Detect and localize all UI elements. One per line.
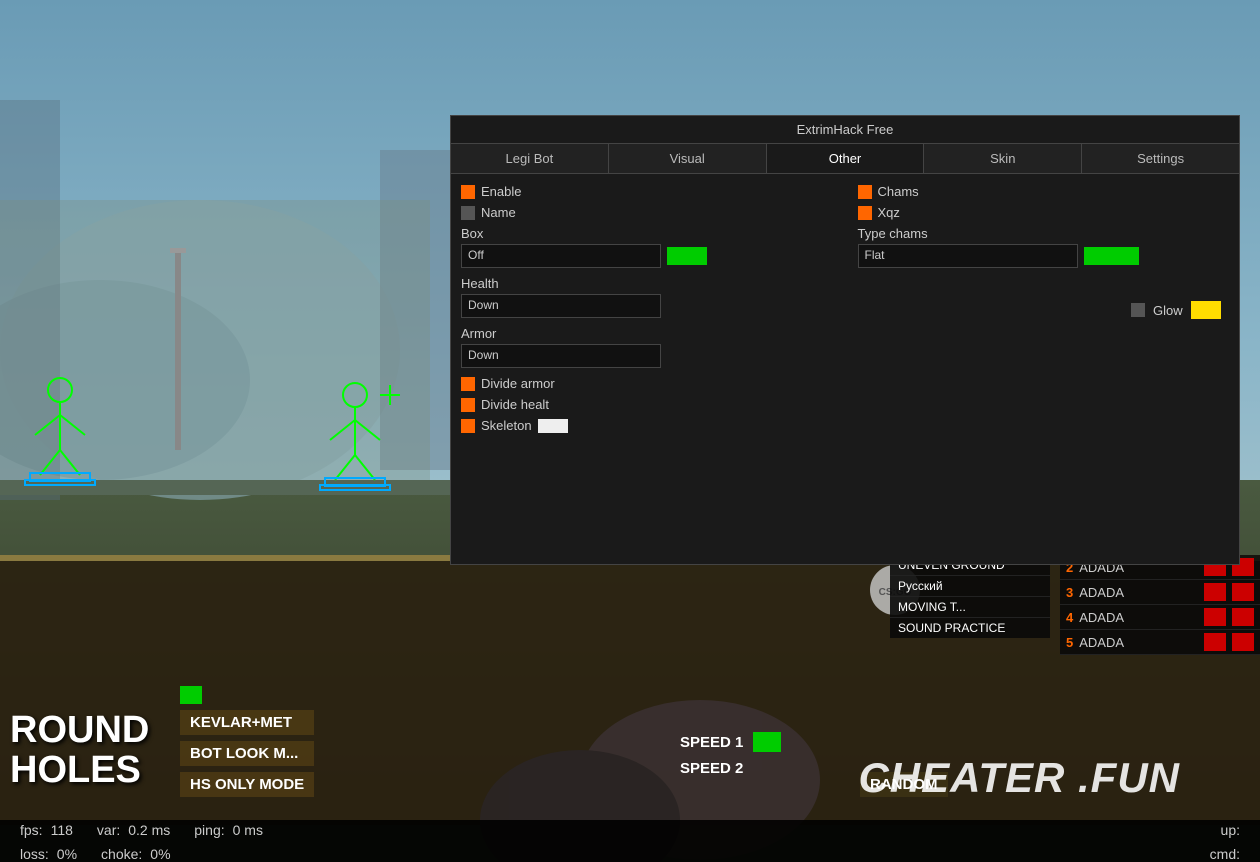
name-label: Name xyxy=(481,205,516,220)
name-checkbox[interactable] xyxy=(461,206,475,220)
skeleton-label: Skeleton xyxy=(481,418,532,433)
enable-label: Enable xyxy=(481,184,521,199)
box-dropdown[interactable]: Off xyxy=(461,244,661,268)
name-row: Name xyxy=(461,205,833,220)
chams-label: Chams xyxy=(878,184,919,199)
type-chams-dropdown[interactable]: Flat xyxy=(858,244,1078,268)
hack-window: ExtrimHack Free Legi Bot Visual Other Sk… xyxy=(450,115,1240,565)
hack-title: ExtrimHack Free xyxy=(797,122,894,137)
health-dropdown-row: Down xyxy=(461,294,833,318)
tab-legi-bot[interactable]: Legi Bot xyxy=(451,144,609,173)
tab-other[interactable]: Other xyxy=(767,144,925,173)
tab-settings[interactable]: Settings xyxy=(1082,144,1239,173)
speed1-row: SPEED 1 xyxy=(680,732,781,752)
skeleton-row: Skeleton xyxy=(461,418,833,433)
hack-title-bar: ExtrimHack Free xyxy=(451,116,1239,144)
box-section-label: Box xyxy=(461,226,833,241)
right-column: Glow Chams Xqz Type chams xyxy=(843,184,1230,439)
divide-healt-label: Divide healt xyxy=(481,397,549,412)
tab-skin[interactable]: Skin xyxy=(924,144,1082,173)
enable-row: Enable xyxy=(461,184,833,199)
fps-bar: fps:118 var:0.2 ms ping:0 ms up: loss:0%… xyxy=(0,820,1260,862)
glow-color-swatch[interactable] xyxy=(1191,301,1221,319)
type-chams-label: Type chams xyxy=(858,226,1230,241)
glow-row: Glow xyxy=(1131,301,1221,319)
armor-dropdown[interactable]: Down xyxy=(461,344,661,368)
box-dropdown-row: Off xyxy=(461,244,833,268)
xqz-label: Xqz xyxy=(878,205,900,220)
hs-only-panel: HS ONLY MODE xyxy=(180,772,314,797)
type-chams-green-btn[interactable] xyxy=(1084,247,1139,265)
kevlar-panel: KEVLAR+MET xyxy=(180,710,314,735)
score-panel: 2 ADADA 3 ADADA 4 ADADA 5 ADADA xyxy=(1060,555,1260,655)
enable-checkbox[interactable] xyxy=(461,185,475,199)
armor-dropdown-row: Down xyxy=(461,344,833,368)
chams-checkbox[interactable] xyxy=(858,185,872,199)
hack-content: Enable Name Box Off Health xyxy=(451,174,1239,449)
score-row-3: 3 ADADA xyxy=(1060,580,1260,605)
bot-look-panel: BOT LOOK M... xyxy=(180,741,314,766)
chams-row: Chams xyxy=(858,184,1230,199)
divide-armor-row: Divide armor xyxy=(461,376,833,391)
health-section-label: Health xyxy=(461,276,833,291)
left-column: Enable Name Box Off Health xyxy=(461,184,833,439)
holes-label: HOLES xyxy=(10,749,141,792)
score-row-4: 4 ADADA xyxy=(1060,605,1260,630)
score-row-5: 5 ADADA xyxy=(1060,630,1260,655)
glow-checkbox[interactable] xyxy=(1131,303,1145,317)
divide-armor-label: Divide armor xyxy=(481,376,555,391)
round-label: ROUND xyxy=(10,709,149,752)
divide-armor-checkbox[interactable] xyxy=(461,377,475,391)
divide-healt-checkbox[interactable] xyxy=(461,398,475,412)
box-green-btn[interactable] xyxy=(667,247,707,265)
divide-healt-row: Divide healt xyxy=(461,397,833,412)
right-text-panel: UNEVEN GROUND Русский MOVING T... SOUND … xyxy=(890,555,1050,638)
watermark: CHEATER .FUN xyxy=(858,754,1180,802)
skeleton-checkbox[interactable] xyxy=(461,419,475,433)
xqz-row: Xqz xyxy=(858,205,1230,220)
hack-tabs: Legi Bot Visual Other Skin Settings xyxy=(451,144,1239,174)
glow-label: Glow xyxy=(1153,303,1183,318)
glow-section: Glow xyxy=(1131,301,1221,325)
skeleton-color-swatch[interactable] xyxy=(538,419,568,433)
speed2-row: SPEED 2 xyxy=(680,760,781,777)
armor-section-label: Armor xyxy=(461,326,833,341)
chams-section: Chams Xqz Type chams Flat xyxy=(858,184,1230,268)
health-dropdown[interactable]: Down xyxy=(461,294,661,318)
type-chams-dropdown-row: Flat xyxy=(858,244,1230,268)
hud-panel-green xyxy=(180,686,314,704)
tab-visual[interactable]: Visual xyxy=(609,144,767,173)
xqz-checkbox[interactable] xyxy=(858,206,872,220)
